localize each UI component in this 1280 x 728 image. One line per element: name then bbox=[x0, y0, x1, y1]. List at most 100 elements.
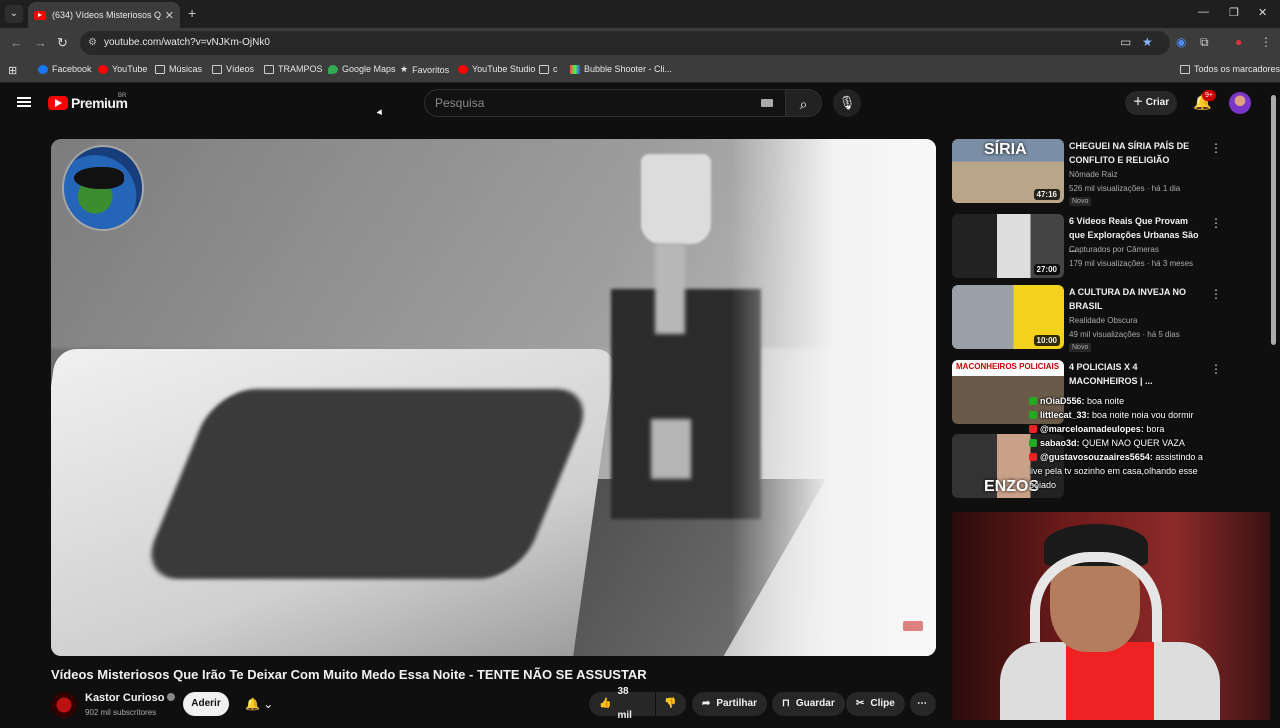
channel-watermark-icon[interactable] bbox=[903, 621, 923, 631]
video-player[interactable] bbox=[51, 139, 936, 656]
search-placeholder: Pesquisa bbox=[435, 96, 485, 110]
more-actions-button[interactable]: ⋯ bbox=[910, 692, 936, 716]
more-options-icon[interactable]: ⋮ bbox=[1210, 141, 1222, 155]
recommendation-channel: Realidade Obscura bbox=[1069, 316, 1138, 325]
account-avatar[interactable] bbox=[1229, 92, 1251, 114]
chat-user: sabao3d: bbox=[1040, 438, 1080, 448]
page-scrollbar[interactable] bbox=[1271, 95, 1276, 345]
recommendation-item[interactable]: SÍRIA 47:16 CHEGUEI NA SÍRIA PAÍS DE CON… bbox=[952, 139, 1222, 209]
recommendation-thumbnail[interactable]: SÍRIA 47:16 bbox=[952, 139, 1064, 203]
recommendation-title: 4 POLICIAIS X 4 MACONHEIROS | ... bbox=[1069, 362, 1153, 386]
recommendation-channel: Nômade Raiz bbox=[1069, 170, 1118, 179]
bookmark-bubble-shooter[interactable]: Bubble Shooter - Cli... bbox=[570, 64, 672, 74]
thumbnail-text: SÍRIA bbox=[984, 141, 1027, 158]
close-tab-icon[interactable]: ✕ bbox=[165, 9, 174, 22]
more-icon: ⋯ bbox=[917, 698, 927, 709]
extensions-puzzle-icon[interactable]: ⧉ bbox=[1200, 35, 1209, 50]
profile-icon[interactable]: ● bbox=[1235, 35, 1242, 49]
recommendation-item[interactable]: 10:00 A CULTURA DA INVEJA NO BRASIL Real… bbox=[952, 285, 1222, 355]
search-button[interactable]: ⌕ bbox=[786, 89, 822, 117]
bookmark-label: Google Maps bbox=[342, 64, 396, 74]
voice-search-button[interactable]: 🎙 bbox=[833, 89, 861, 117]
recommendation-item[interactable]: 27:00 6 Vídeos Reais Que Provam que Expl… bbox=[952, 214, 1222, 280]
restore-icon[interactable]: ❐ bbox=[1229, 6, 1239, 19]
bubble-shooter-icon bbox=[570, 64, 580, 74]
bookmarks-bar: ⊞ Facebook YouTube Músicas Vídeos TRAMPO… bbox=[0, 58, 1280, 83]
close-window-icon[interactable]: ✕ bbox=[1258, 6, 1267, 19]
apps-grid-icon[interactable]: ⊞ bbox=[8, 64, 17, 77]
video-frame-drawer bbox=[651, 419, 691, 479]
bookmark-label: TRAMPOS bbox=[278, 64, 323, 74]
extension-icon[interactable]: ◉ bbox=[1176, 35, 1186, 49]
bookmark-all-bookmarks[interactable]: Todos os marcadores bbox=[1180, 64, 1280, 74]
chat-text: boa noite bbox=[1087, 396, 1125, 406]
cast-icon[interactable]: ▭ bbox=[1120, 35, 1131, 49]
search-input[interactable]: Pesquisa bbox=[424, 89, 786, 117]
streamer-webcam bbox=[952, 512, 1270, 720]
bookmark-youtube-studio[interactable]: YouTube Studio bbox=[458, 64, 535, 74]
forward-icon[interactable]: → bbox=[34, 35, 47, 50]
youtube-favicon-icon bbox=[34, 10, 46, 20]
bookmark-favoritos[interactable]: ★ Favoritos bbox=[400, 64, 449, 75]
reload-icon[interactable]: ↻ bbox=[57, 35, 68, 51]
channel-globe-logo bbox=[64, 147, 142, 229]
star-icon: ★ bbox=[400, 64, 409, 74]
address-bar-row: ← → ↻ ⚙ youtube.com/watch?v=vNJKm-OjNk0 … bbox=[0, 28, 1280, 58]
new-badge: Novo bbox=[1069, 197, 1092, 206]
recommendation-item[interactable]: MACONHEIROS POLICIAIS 4 POLICIAIS X 4 MA… bbox=[952, 360, 1222, 424]
bookmark-c[interactable]: c bbox=[539, 64, 558, 74]
back-icon[interactable]: ← bbox=[10, 35, 23, 50]
minimize-icon[interactable]: — bbox=[1198, 6, 1209, 18]
url-input[interactable]: ⚙ youtube.com/watch?v=vNJKm-OjNk0 bbox=[80, 31, 1170, 55]
new-badge: Novo bbox=[1069, 343, 1092, 352]
bookmark-label: YouTube Studio bbox=[472, 64, 536, 74]
new-tab-icon[interactable]: + bbox=[188, 5, 196, 21]
browser-tab[interactable]: (634) Vídeos Misteriosos Que I ✕ bbox=[28, 2, 180, 28]
bookmark-label: YouTube bbox=[112, 64, 148, 74]
video-duration: 10:00 bbox=[1033, 335, 1060, 346]
bookmark-trampos[interactable]: TRAMPOS bbox=[264, 64, 323, 74]
bell-icon: 🔔 bbox=[245, 697, 260, 711]
video-duration: 47:16 bbox=[1033, 189, 1060, 200]
save-button[interactable]: ⊓ Guardar bbox=[772, 692, 845, 716]
browser-menu-icon[interactable]: ⋮ bbox=[1260, 35, 1272, 49]
folder-icon bbox=[539, 64, 549, 74]
channel-avatar[interactable] bbox=[51, 692, 77, 718]
video-frame-lamp-base bbox=[655, 244, 685, 334]
scissors-icon: ✂ bbox=[856, 698, 865, 709]
more-options-icon[interactable]: ⋮ bbox=[1210, 287, 1222, 301]
site-info-icon[interactable]: ⚙ bbox=[88, 31, 97, 55]
dislike-button[interactable]: 👎 bbox=[656, 692, 686, 716]
bookmark-star-icon[interactable]: ★ bbox=[1142, 35, 1153, 49]
join-button[interactable]: Aderir bbox=[183, 692, 229, 716]
subscription-bell-button[interactable]: 🔔 ⌄ bbox=[237, 692, 285, 716]
recommendation-thumbnail[interactable]: 10:00 bbox=[952, 285, 1064, 349]
share-button[interactable]: ➦ Partilhar bbox=[692, 692, 767, 716]
youtube-chat-icon bbox=[1029, 453, 1037, 461]
bookmark-youtube[interactable]: YouTube bbox=[98, 64, 147, 74]
bookmark-videos[interactable]: Vídeos bbox=[212, 64, 254, 74]
more-options-icon[interactable]: ⋮ bbox=[1210, 216, 1222, 230]
youtube-logo[interactable]: Premium bbox=[48, 95, 128, 111]
more-options-icon[interactable]: ⋮ bbox=[1210, 362, 1222, 376]
bookmark-musicas[interactable]: Músicas bbox=[155, 64, 202, 74]
like-button[interactable]: 👍 38 mil bbox=[589, 686, 655, 721]
channel-name-link[interactable]: Kastor Curioso bbox=[85, 692, 176, 704]
recommendation-title: CHEGUEI NA SÍRIA PAÍS DE CONFLITO E RELI… bbox=[1069, 141, 1190, 165]
chevron-down-icon: ⌄ bbox=[263, 697, 274, 711]
browser-tab-bar: ⌄ (634) Vídeos Misteriosos Que I ✕ + — ❐… bbox=[0, 0, 1280, 28]
bookmark-facebook[interactable]: Facebook bbox=[38, 64, 92, 74]
bookmark-icon: ⊓ bbox=[782, 698, 790, 709]
menu-icon[interactable] bbox=[17, 97, 31, 107]
recommendation-thumbnail[interactable]: 27:00 bbox=[952, 214, 1064, 278]
clip-button[interactable]: ✂ Clipe bbox=[846, 692, 905, 716]
clip-label: Clipe bbox=[870, 698, 895, 709]
bookmark-google-maps[interactable]: Google Maps bbox=[328, 64, 396, 74]
bookmark-label: c bbox=[553, 64, 558, 74]
tab-list-icon[interactable]: ⌄ bbox=[5, 5, 23, 23]
youtube-header: Premium BR Pesquisa ⌕ 🎙 ＋ Criar 🔔 9+ bbox=[0, 83, 1280, 123]
chat-message: @gustavosouzaaires5654: assistindo a liv… bbox=[1029, 450, 1214, 492]
keyboard-icon[interactable] bbox=[761, 99, 773, 107]
video-frame-blanket bbox=[138, 389, 597, 579]
create-button[interactable]: ＋ Criar bbox=[1125, 91, 1177, 115]
